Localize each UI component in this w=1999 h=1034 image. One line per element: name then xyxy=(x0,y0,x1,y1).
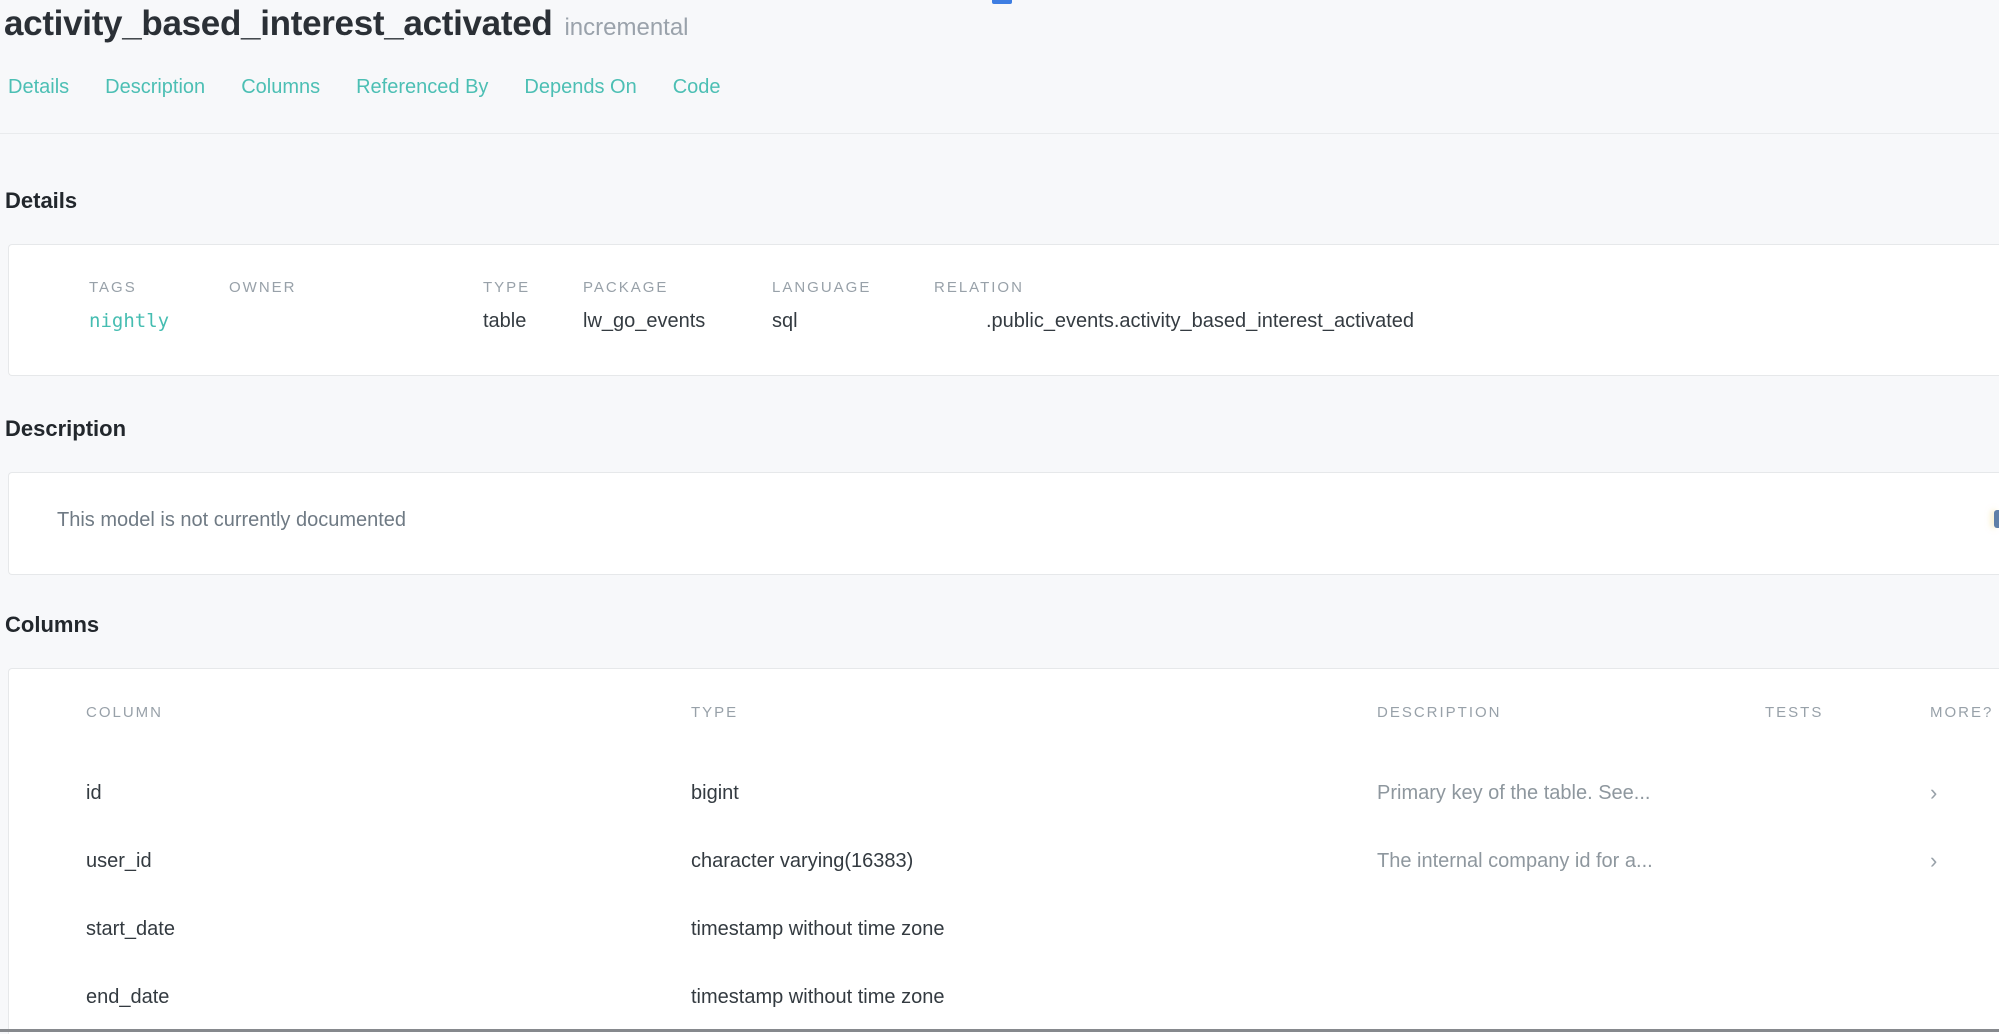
header-type: TYPE xyxy=(691,703,1377,723)
header-tests: TESTS xyxy=(1765,703,1890,723)
column-name: id xyxy=(86,782,691,805)
details-field-relation: RELATION .public_events.activity_based_i… xyxy=(934,278,1999,375)
table-row-id[interactable]: id bigint Primary key of the table. See.… xyxy=(86,759,1999,827)
viewport-bottom-edge xyxy=(0,1029,1999,1032)
language-value: sql xyxy=(772,309,934,333)
columns-section-heading: Columns xyxy=(0,612,1999,638)
type-label: TYPE xyxy=(483,278,583,298)
nav-link-description[interactable]: Description xyxy=(105,76,205,99)
chevron-right-icon[interactable]: › xyxy=(1890,850,1999,872)
column-name: user_id xyxy=(86,850,691,873)
package-label: PACKAGE xyxy=(583,278,772,298)
details-field-tags: TAGS nightly xyxy=(89,278,229,375)
relation-label: RELATION xyxy=(934,278,1999,298)
section-nav: Details Description Columns Referenced B… xyxy=(0,76,1999,99)
materialization-badge: incremental xyxy=(564,14,688,42)
details-field-language: LANGUAGE sql xyxy=(772,278,934,375)
details-field-type: TYPE table xyxy=(483,278,583,375)
cutoff-top-button-fragment[interactable] xyxy=(992,0,1012,4)
owner-label: OWNER xyxy=(229,278,483,298)
description-text: This model is not currently documented xyxy=(57,509,1999,532)
column-type: character varying(16383) xyxy=(691,850,1377,873)
column-type: timestamp without time zone xyxy=(691,918,1377,941)
header-column: COLUMN xyxy=(86,703,691,723)
description-card: This model is not currently documented xyxy=(8,472,1999,575)
columns-table-header: COLUMN TYPE DESCRIPTION TESTS MORE? xyxy=(86,703,1999,759)
table-row-end-date[interactable]: end_date timestamp without time zone xyxy=(86,963,1999,1031)
column-description: The internal company id for a... xyxy=(1377,850,1765,873)
header-more: MORE? xyxy=(1890,703,1999,723)
header-description: DESCRIPTION xyxy=(1377,703,1765,723)
language-label: LANGUAGE xyxy=(772,278,934,298)
nav-link-code[interactable]: Code xyxy=(673,76,721,99)
details-section-heading: Details xyxy=(0,188,1999,214)
type-value: table xyxy=(483,309,583,333)
nav-link-depends-on[interactable]: Depends On xyxy=(524,76,636,99)
column-type: bigint xyxy=(691,782,1377,805)
column-name: end_date xyxy=(86,986,691,1009)
page-header: activity_based_interest_activated increm… xyxy=(0,0,1999,44)
tags-label: TAGS xyxy=(89,278,229,298)
table-row-start-date[interactable]: start_date timestamp without time zone xyxy=(86,895,1999,963)
package-value: lw_go_events xyxy=(583,309,772,333)
column-description: Primary key of the table. See... xyxy=(1377,782,1765,805)
details-field-package: PACKAGE lw_go_events xyxy=(583,278,772,375)
details-card: TAGS nightly OWNER TYPE table PACKAGE lw… xyxy=(8,244,1999,376)
header-divider xyxy=(0,133,1999,134)
model-docs-page: activity_based_interest_activated increm… xyxy=(0,0,1999,1034)
column-type: timestamp without time zone xyxy=(691,986,1377,1009)
relation-value: .public_events.activity_based_interest_a… xyxy=(934,309,1999,333)
chevron-right-icon[interactable]: › xyxy=(1890,782,1999,804)
nav-link-columns[interactable]: Columns xyxy=(241,76,320,99)
cutoff-edit-button-fragment[interactable] xyxy=(1994,510,1999,528)
details-field-owner: OWNER xyxy=(229,278,483,375)
nav-link-details[interactable]: Details xyxy=(8,76,69,99)
column-name: start_date xyxy=(86,918,691,941)
nav-link-referenced-by[interactable]: Referenced By xyxy=(356,76,488,99)
columns-table-card: COLUMN TYPE DESCRIPTION TESTS MORE? id b… xyxy=(8,668,1999,1034)
table-row-user-id[interactable]: user_id character varying(16383) The int… xyxy=(86,827,1999,895)
page-title: activity_based_interest_activated xyxy=(4,4,552,44)
tag-nightly[interactable]: nightly xyxy=(89,309,229,333)
description-section-heading: Description xyxy=(0,416,1999,442)
